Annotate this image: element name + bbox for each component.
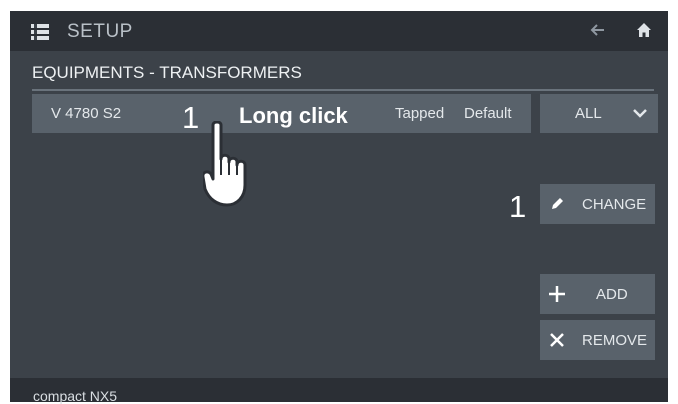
transformer-default: Default <box>464 105 512 122</box>
remove-button[interactable]: REMOVE <box>540 320 655 360</box>
transformer-tapped: Tapped <box>395 105 445 122</box>
arrow-left-icon[interactable] <box>588 20 608 40</box>
filter-select[interactable]: ALL <box>540 94 658 133</box>
add-button-label: ADD <box>596 286 628 303</box>
close-icon <box>548 331 566 349</box>
divider <box>32 89 654 91</box>
change-button[interactable]: CHANGE <box>540 184 655 224</box>
footer: compact NX5 <box>10 378 668 404</box>
plus-icon <box>548 285 566 303</box>
step-number-1: 1 <box>182 100 200 135</box>
page-title: SETUP <box>67 21 133 42</box>
section-title: EQUIPMENTS - TRANSFORMERS <box>32 63 302 82</box>
remove-button-label: REMOVE <box>582 332 648 349</box>
pencil-icon <box>548 195 566 213</box>
step-number-2: 1 <box>509 189 527 224</box>
transformer-name: V 4780 S2 <box>51 105 122 122</box>
filter-value: ALL <box>575 105 602 122</box>
top-bar: SETUP <box>10 11 668 51</box>
change-button-label: CHANGE <box>582 196 647 213</box>
list-icon[interactable] <box>31 24 49 40</box>
pointing-hand-icon <box>201 120 257 207</box>
setup-screen: SETUP EQUIPMENTS - TRANSFORMERS V 4780 S… <box>10 11 668 404</box>
chevron-down-icon <box>632 106 648 120</box>
add-button[interactable]: ADD <box>540 274 655 314</box>
home-icon[interactable] <box>636 22 652 38</box>
